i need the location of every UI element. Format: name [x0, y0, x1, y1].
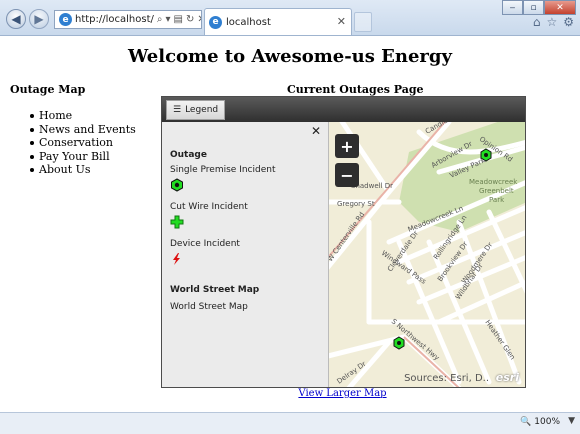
- window-controls: ‒ ▫ ✕: [502, 0, 576, 15]
- street-label: W Centerville Rd: [329, 211, 366, 264]
- forward-button[interactable]: ▶: [29, 9, 49, 29]
- tab-localhost[interactable]: e localhost ✕: [204, 8, 352, 35]
- hexagon-incident-icon: [171, 178, 183, 192]
- arrow-left-icon: ◀: [11, 12, 21, 26]
- close-tab-icon[interactable]: ✕: [337, 15, 346, 28]
- list-icon: ☰: [173, 105, 182, 115]
- nav-item-news[interactable]: News and Events: [30, 123, 136, 137]
- legend-layer-outage: Outage: [170, 150, 207, 160]
- outage-marker[interactable]: [480, 148, 492, 162]
- nav-item-pay-bill[interactable]: Pay Your Bill: [30, 150, 136, 164]
- browser-chrome: ◀ ▶ e http://localhost/ ⌕ ▾ ▤ ↻ ✕ e loca…: [0, 0, 580, 36]
- chevron-down-icon[interactable]: ▼: [568, 416, 575, 426]
- close-icon[interactable]: ✕: [311, 124, 321, 138]
- stop-icon[interactable]: ✕: [197, 14, 201, 25]
- back-button[interactable]: ◀: [6, 9, 26, 29]
- home-icon[interactable]: ⌂: [533, 15, 541, 29]
- lightning-incident-icon: [173, 253, 180, 265]
- street-label: Gregory St: [337, 200, 375, 208]
- legend-item-device: Device Incident: [170, 239, 240, 249]
- nav-item-about[interactable]: About Us: [30, 163, 136, 177]
- nav-item-home[interactable]: Home: [30, 109, 136, 123]
- esri-logo: esri: [495, 371, 519, 384]
- minimize-button[interactable]: ‒: [502, 0, 523, 15]
- zoom-level-control[interactable]: 🔍 100%: [520, 417, 560, 427]
- close-window-button[interactable]: ✕: [544, 0, 576, 15]
- legend-button-label: Legend: [185, 105, 219, 115]
- legend-button[interactable]: ☰ Legend: [166, 100, 226, 120]
- status-bar: 🔍 100% ▼: [0, 412, 580, 434]
- sidebar-heading: Outage Map: [10, 83, 86, 96]
- tab-title: localhost: [226, 16, 271, 28]
- park-label: Park: [489, 196, 505, 204]
- ie-icon: e: [59, 13, 72, 26]
- main-heading: Current Outages Page: [287, 83, 424, 96]
- nav-item-conservation[interactable]: Conservation: [30, 136, 136, 150]
- address-text: http://localhost/: [75, 14, 154, 25]
- map-toolbar: ☰ Legend: [162, 97, 525, 122]
- address-bar[interactable]: e http://localhost/ ⌕ ▾ ▤ ↻ ✕: [54, 10, 202, 29]
- legend-item-basemap: World Street Map: [170, 302, 248, 312]
- legend-panel: ✕ Outage Single Premise Incident Cut Wir…: [162, 122, 329, 387]
- park-label: Greenbelt: [479, 187, 514, 195]
- maximize-button[interactable]: ▫: [523, 0, 544, 15]
- map-canvas[interactable]: Candle Arborview Dr Opinion Rd Valley Pa…: [329, 122, 525, 387]
- street-map: Candle Arborview Dr Opinion Rd Valley Pa…: [329, 122, 525, 387]
- zoom-level-value: 100%: [534, 417, 560, 427]
- outage-marker[interactable]: [393, 336, 405, 350]
- sidebar-nav: Home News and Events Conservation Pay Yo…: [30, 109, 136, 177]
- map-widget: ☰ Legend ✕ Outage Single Premise Inciden…: [161, 96, 526, 388]
- page-title: Welcome to Awesome-us Energy: [128, 46, 452, 67]
- compat-icon[interactable]: ▤: [174, 14, 183, 25]
- star-icon[interactable]: ☆: [546, 15, 557, 29]
- refresh-icon[interactable]: ↻: [186, 14, 194, 25]
- view-larger-map-link[interactable]: View Larger Map: [0, 388, 580, 399]
- legend-layer-basemap: World Street Map: [170, 285, 260, 295]
- zoom-in-button[interactable]: +: [335, 134, 359, 158]
- gear-icon[interactable]: ⚙: [563, 15, 574, 29]
- plus-incident-icon: [170, 215, 184, 229]
- new-tab-button[interactable]: [354, 12, 372, 32]
- magnifier-icon: 🔍: [520, 417, 532, 427]
- legend-item-cut-wire: Cut Wire Incident: [170, 202, 248, 212]
- park-label: Meadowcreek: [469, 178, 518, 186]
- dropdown-icon[interactable]: ▾: [166, 14, 171, 25]
- search-icon[interactable]: ⌕: [157, 14, 163, 25]
- browser-toolbar-icons: ⌂ ☆ ⚙: [533, 15, 574, 29]
- legend-item-single-premise: Single Premise Incident: [170, 165, 276, 175]
- map-attribution: Sources: Esri, D..: [404, 373, 489, 384]
- ie-icon: e: [209, 15, 222, 29]
- zoom-out-button[interactable]: −: [335, 163, 359, 187]
- arrow-right-icon: ▶: [34, 12, 44, 26]
